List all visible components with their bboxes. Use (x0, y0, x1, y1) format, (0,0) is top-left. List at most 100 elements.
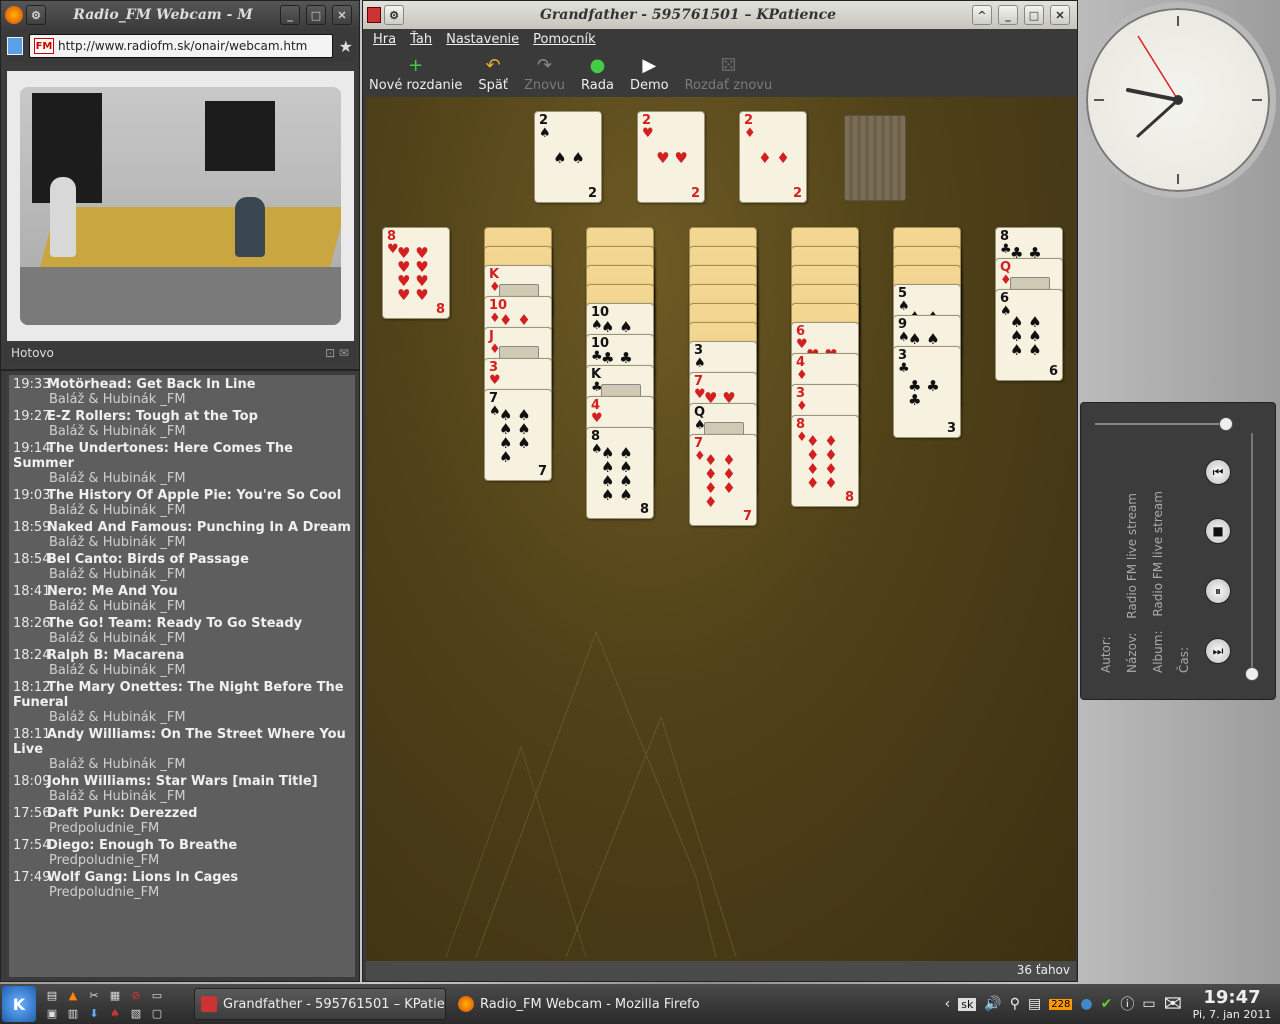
volume-knob[interactable] (1245, 667, 1259, 681)
new-deal-icon: + (408, 54, 424, 76)
playing-card[interactable]: 8 ♦ 8 ♦ ♦ ♦ ♦ ♦ ♦ ♦ ♦ (791, 415, 859, 507)
vlc-icon[interactable]: ▲ (63, 986, 83, 1004)
playing-card[interactable]: 7 ♠ 7 ♠ ♠ ♠ ♠ ♠ ♠ ♠ (484, 389, 552, 481)
kpatience-icon (201, 996, 217, 1012)
system-tray: ‹ sk 🔊 ⚲ ▤ 228 ● ✔ ⓘ ▭ ✉ 19:47 Pi, 7. ja… (945, 987, 1274, 1021)
window-menu-icon[interactable]: ⚙ (26, 5, 46, 25)
previous-icon[interactable]: ⏮ (1205, 459, 1231, 485)
list-item[interactable]: 18:54Bel Canto: Birds of Passage Baláž & … (9, 552, 355, 582)
close-button[interactable]: ✕ (1050, 5, 1070, 25)
hint-button[interactable]: ● Rada (581, 54, 614, 94)
list-item[interactable]: 18:26The Go! Team: Ready To Go Steady Bal… (9, 616, 355, 646)
game-icon[interactable]: ♠ (105, 1004, 125, 1022)
demo-button[interactable]: ▶ Demo (630, 54, 669, 94)
volume-slider[interactable] (1245, 433, 1259, 681)
minimize-button[interactable]: _ (998, 5, 1018, 25)
terminal-icon[interactable]: ▤ (42, 986, 62, 1004)
kde-menu-button[interactable]: K (2, 986, 36, 1022)
menu-pomocník[interactable]: Pomocník (533, 32, 595, 47)
url-text: http://www.radiofm.sk/onair/webcam.htm (58, 39, 308, 53)
calc-icon[interactable]: ▦ (105, 986, 125, 1004)
show-name: Baláž & Hubinák _FM (49, 535, 186, 550)
list-item[interactable]: 19:14The Undertones: Here Comes The Summ… (9, 441, 355, 486)
playing-card[interactable]: 6 ♠ 6 ♠ ♠ ♠ ♠ ♠ ♠ (995, 289, 1063, 381)
minimize-button[interactable]: _ (280, 5, 300, 25)
menubar: Hra Ťah Nastavenie Pomocník (363, 29, 1077, 49)
playing-card[interactable]: 7 ♦ 7 ♦ ♦ ♦ ♦ ♦ ♦ ♦ (689, 434, 757, 526)
seek-slider[interactable] (1095, 417, 1233, 431)
clipboard-icon[interactable]: ▤ (1028, 996, 1041, 1012)
playlist-list[interactable]: 19:33Motörhead: Get Back In Line Baláž & … (9, 375, 355, 977)
list-item[interactable]: 18:59Naked And Famous: Punching In A Dre… (9, 520, 355, 550)
window-icon[interactable]: ▭ (147, 986, 167, 1004)
song-time: 19:14 (13, 441, 51, 456)
maximize-button[interactable]: □ (306, 5, 326, 25)
list-item[interactable]: 18:12The Mary Onettes: The Night Before … (9, 680, 355, 725)
tools-icon[interactable]: ✂ (84, 986, 104, 1004)
playing-card[interactable]: 8 ♥ 8 ♥ ♥ ♥ ♥ ♥ ♥ ♥ ♥ (382, 227, 450, 319)
list-item[interactable]: 19:33Motörhead: Get Back In Line Baláž & … (9, 377, 355, 407)
maximize-button[interactable]: □ (1024, 5, 1044, 25)
playing-card[interactable]: 2 ♠ 2 ♠ ♠ (534, 111, 602, 203)
song-time: 17:54 (13, 838, 51, 853)
list-item[interactable]: 17:56Daft Punk: Derezzed Predpoludnie_FM (9, 806, 355, 836)
menu-ťah[interactable]: Ťah (410, 32, 432, 47)
seek-knob[interactable] (1219, 417, 1233, 431)
playing-card[interactable]: 3 ♣ 3 ♣ ♣ ♣ (893, 346, 961, 438)
bookmark-star-icon[interactable]: ★ (339, 37, 353, 56)
page-icon (7, 37, 23, 55)
desktop-icon[interactable]: ▢ (147, 1004, 167, 1022)
display-icon[interactable]: ▭ (1142, 996, 1155, 1012)
list-item[interactable]: 18:41Nero: Me And You Baláž & Hubinák _FM (9, 584, 355, 614)
track-field: Album: Radio FM live stream (1151, 491, 1165, 673)
game-table[interactable]: 2♠2♠ ♠2♥2♥ ♥2♦2♦ ♦8♥8♥ ♥ ♥ ♥ ♥ ♥ ♥ ♥K♦K1… (366, 97, 1076, 961)
track-field-label: Čas: (1177, 646, 1191, 673)
list-item[interactable]: 19:03The History Of Apple Pie: You're So… (9, 488, 355, 518)
menu-nastavenie[interactable]: Nastavenie (446, 32, 519, 47)
next-icon[interactable]: ⏭ (1205, 638, 1231, 664)
shade-button[interactable]: ^ (972, 5, 992, 25)
track-field-label: Album: (1151, 630, 1165, 674)
chevron-left-icon[interactable]: ‹ (945, 996, 951, 1012)
list-item[interactable]: 18:09John Williams: Star Wars [main Titl… (9, 774, 355, 804)
playing-card[interactable]: 2 ♦ 2 ♦ ♦ (739, 111, 807, 203)
menu-hra[interactable]: Hra (373, 32, 396, 47)
playing-card[interactable]: 8 ♠ 8 ♠ ♠ ♠ ♠ ♠ ♠ ♠ ♠ (586, 427, 654, 519)
download-icon[interactable]: ⬇ (84, 1004, 104, 1022)
stock-pile[interactable] (844, 115, 906, 201)
stop-icon[interactable]: ■ (1205, 518, 1231, 544)
updates-badge[interactable]: 228 (1049, 998, 1073, 1010)
close-button[interactable]: ✕ (332, 5, 352, 25)
new-deal-button[interactable]: + Nové rozdanie (369, 54, 462, 94)
list-item[interactable]: 17:54Diego: Enough To Breathe Predpoludni… (9, 838, 355, 868)
info-icon[interactable]: ⓘ (1120, 994, 1134, 1014)
mail-icon[interactable]: ✉ (1164, 992, 1182, 1017)
url-field[interactable]: FM http://www.radiofm.sk/onair/webcam.ht… (29, 34, 333, 58)
monitor-icon[interactable]: ▣ (42, 1004, 62, 1022)
network-icon[interactable]: ⚲ (1010, 996, 1020, 1012)
playing-card[interactable]: 2 ♥ 2 ♥ ♥ (637, 111, 705, 203)
pause-icon[interactable]: ⏸ (1205, 578, 1231, 604)
list-item[interactable]: 19:27E-Z Rollers: Tough at the Top Baláž … (9, 409, 355, 439)
keyboard-layout[interactable]: sk (958, 997, 977, 1011)
song-title: Andy Williams: On The Street Where You L… (13, 727, 346, 757)
webcam-image (7, 71, 354, 341)
song-title: The History Of Apple Pie: You're So Cool (47, 488, 342, 503)
clock-display[interactable]: 19:47 Pi, 7. jan 2011 (1190, 987, 1274, 1021)
window-menu-icon[interactable]: ⚙ (384, 5, 404, 25)
song-time: 17:49 (13, 870, 51, 885)
grid-icon[interactable]: ▥ (63, 1004, 83, 1022)
list-item[interactable]: 18:11Andy Williams: On The Street Where … (9, 727, 355, 772)
taskbar-task[interactable]: Grandfather - 595761501 – KPatience (194, 988, 446, 1020)
firefox-titlebar[interactable]: ⚙ Radio_FM Webcam - M _ □ ✕ (1, 1, 359, 29)
globe-icon[interactable]: ● (1080, 996, 1092, 1012)
chart-icon[interactable]: ▧ (126, 1004, 146, 1022)
list-item[interactable]: 17:49Wolf Gang: Lions In Cages Predpoludn… (9, 870, 355, 900)
list-item[interactable]: 18:24Ralph B: Macarena Baláž & Hubinák _F… (9, 648, 355, 678)
taskbar-task[interactable]: Radio_FM Webcam - Mozilla Firefox (452, 988, 700, 1020)
stop-sign-icon[interactable]: ⊘ (126, 986, 146, 1004)
kpatience-titlebar[interactable]: ⚙ Grandfather - 595761501 – KPatience ^ … (363, 1, 1077, 29)
undo-button[interactable]: ↶ Späť (478, 54, 508, 94)
volume-icon[interactable]: 🔊 (984, 996, 1001, 1012)
shield-icon[interactable]: ✔ (1101, 996, 1113, 1012)
